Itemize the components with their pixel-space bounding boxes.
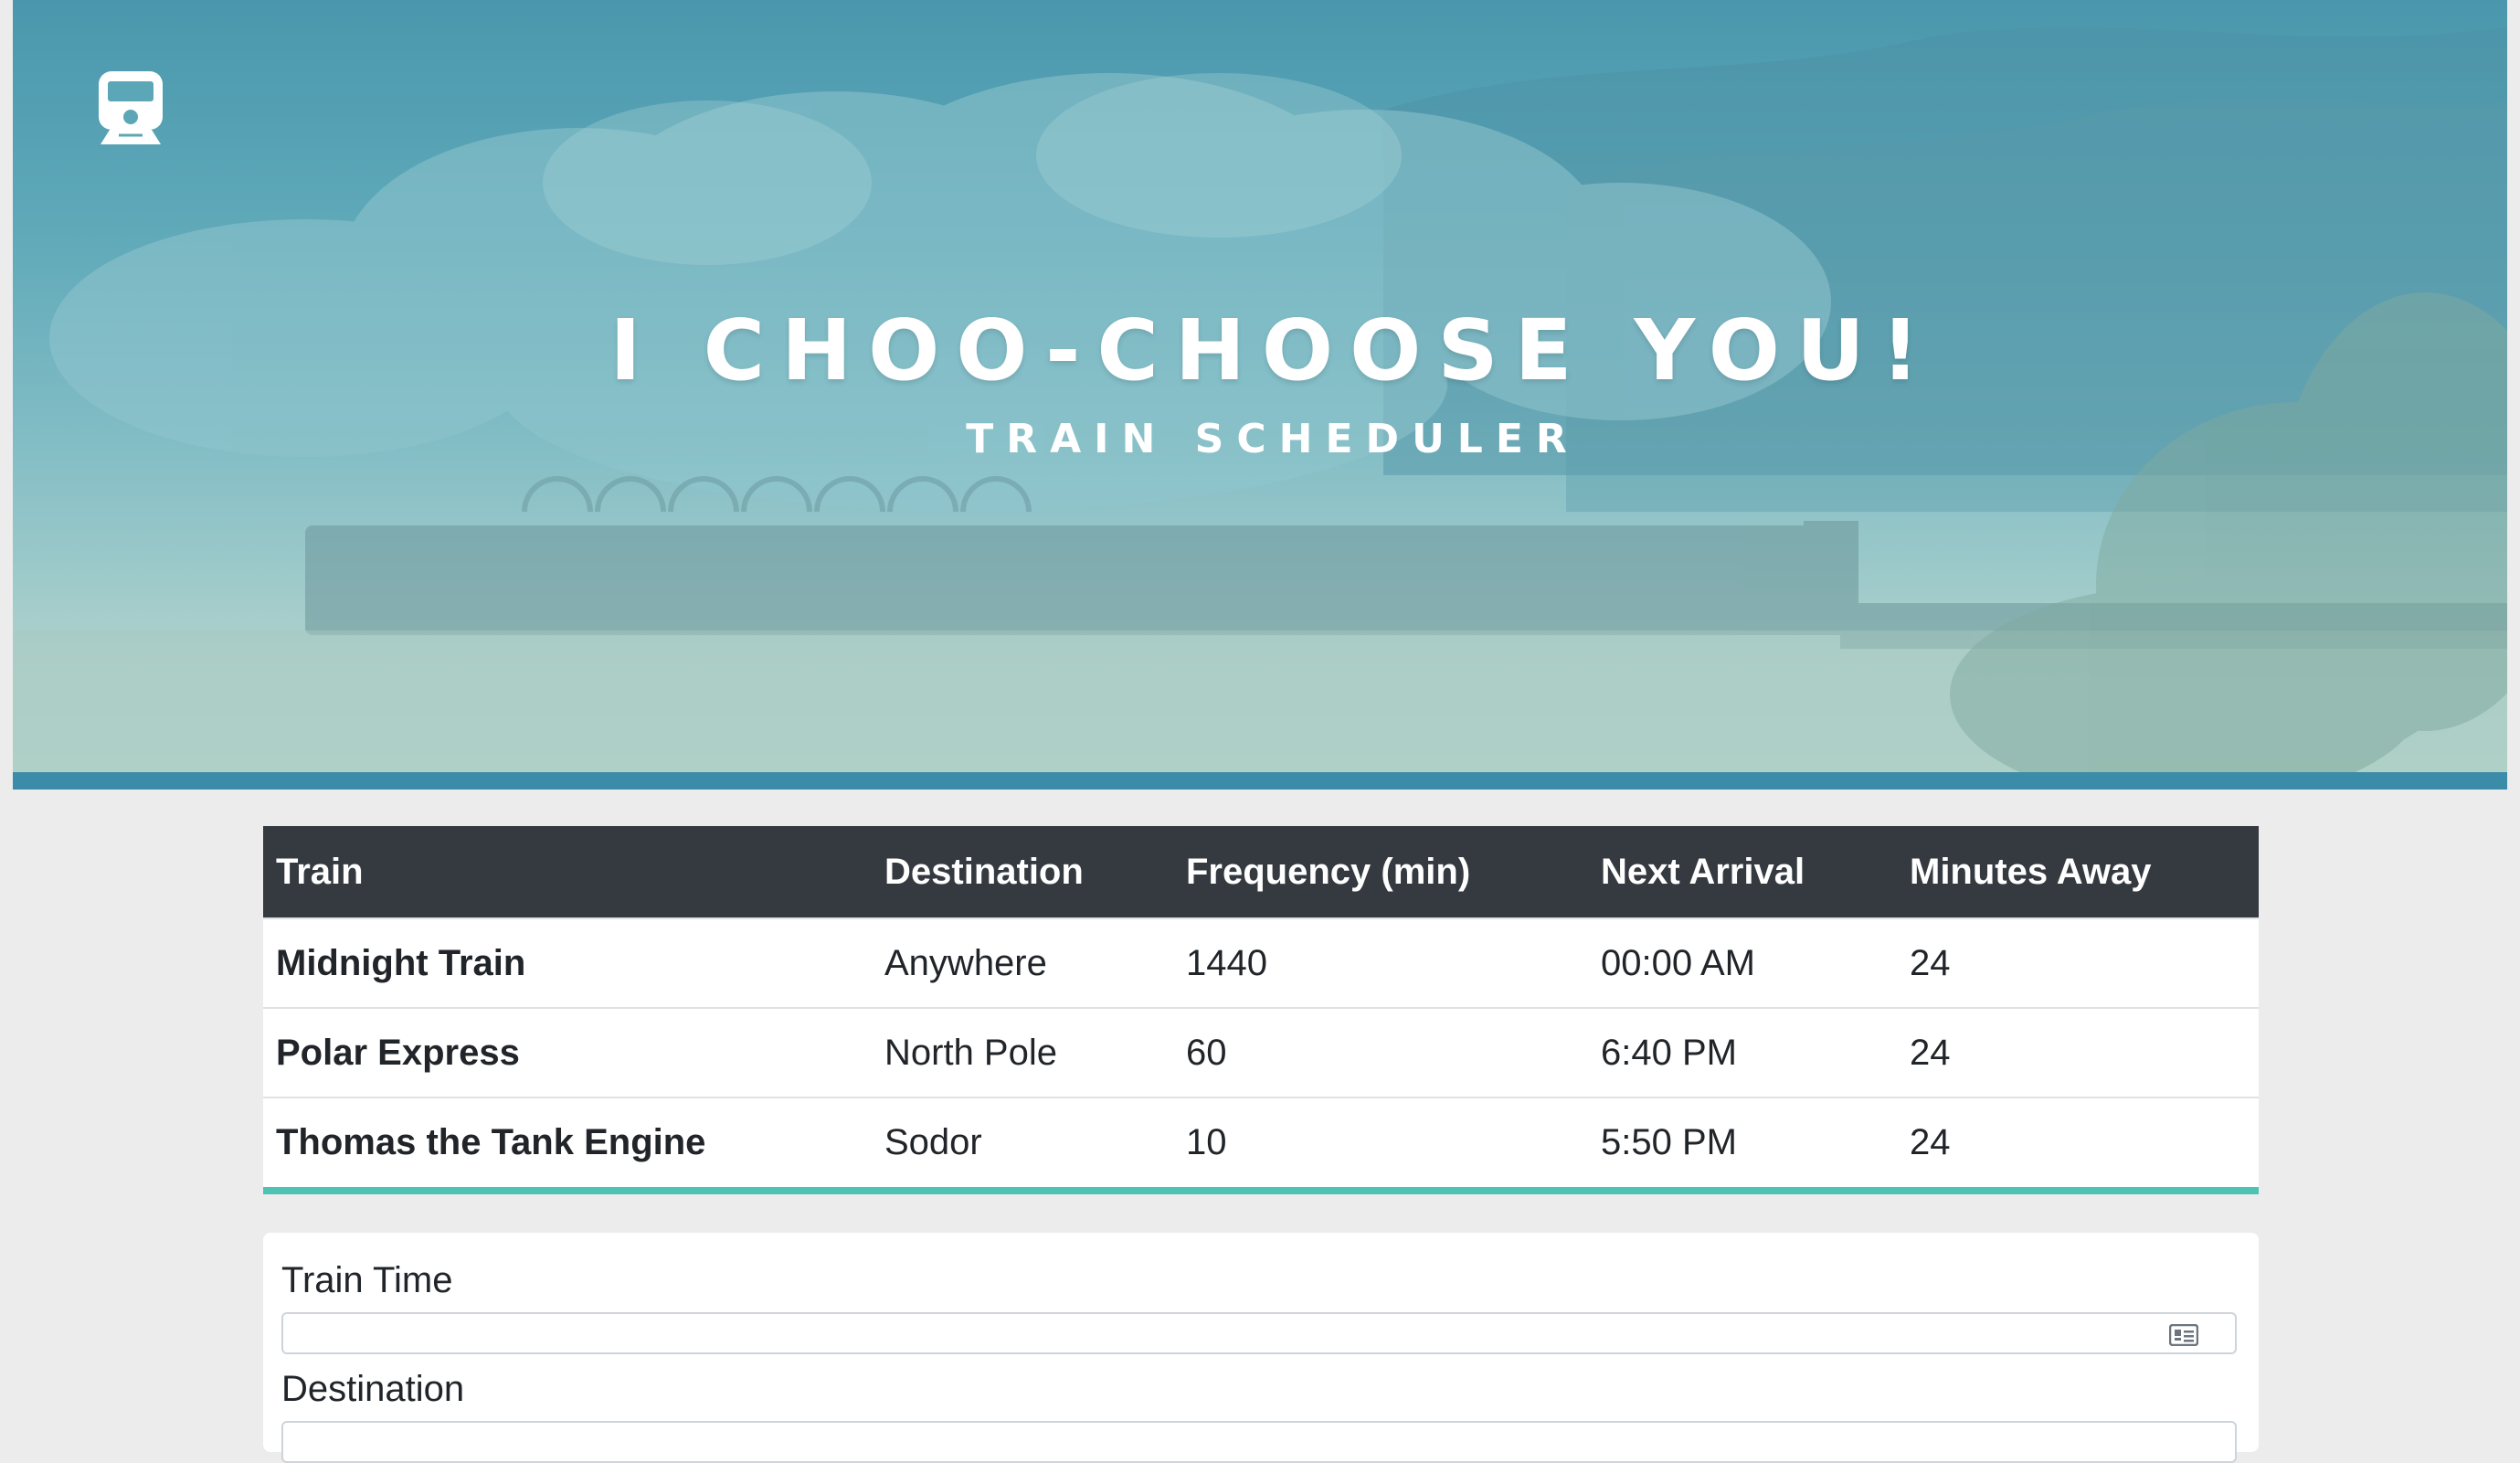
frequency-cell: 1440: [1186, 942, 1267, 983]
next-arrival-cell: 6:40 PM: [1601, 1032, 1737, 1073]
column-header-minutes-away: Minutes Away: [1910, 851, 2152, 892]
column-header-next-arrival: Next Arrival: [1601, 851, 1805, 892]
train-icon[interactable]: [97, 69, 164, 146]
page-title: I CHOO-CHOOSE YOU!: [609, 302, 1936, 399]
add-train-form: Train Time Destination: [263, 1233, 2259, 1463]
schedule-table: Train Destination Frequency (min) Next A…: [263, 826, 2259, 1194]
table-row: Polar Express North Pole 60 6:40 PM 24: [263, 1008, 2259, 1097]
column-header-destination: Destination: [884, 851, 1084, 892]
train-name-cell: Thomas the Tank Engine: [276, 1122, 706, 1162]
column-header-frequency: Frequency (min): [1186, 851, 1471, 892]
destination-field[interactable]: [294, 1424, 2217, 1462]
train-time-label: Train Time: [281, 1260, 453, 1300]
page-subtitle: TRAIN SCHEDULER: [966, 416, 1580, 462]
destination-label: Destination: [281, 1369, 465, 1409]
contact-card-icon[interactable]: [2169, 1324, 2198, 1346]
hero-banner: I CHOO-CHOOSE YOU! TRAIN SCHEDULER: [13, 0, 2507, 772]
table-row: Midnight Train Anywhere 1440 00:00 AM 24: [263, 918, 2259, 1008]
minutes-away-cell: 24: [1910, 1032, 1951, 1073]
next-arrival-cell: 5:50 PM: [1601, 1122, 1737, 1162]
destination-cell: North Pole: [884, 1032, 1057, 1073]
destination-cell: Sodor: [884, 1122, 982, 1162]
train-name-cell: Midnight Train: [276, 942, 526, 983]
destination-input[interactable]: [281, 1421, 2237, 1463]
next-arrival-cell: 00:00 AM: [1601, 942, 1756, 983]
train-name-cell: Polar Express: [276, 1032, 520, 1073]
train-time-field[interactable]: [294, 1315, 2180, 1353]
page: I CHOO-CHOOSE YOU! TRAIN SCHEDULER Train…: [0, 0, 2520, 1463]
frequency-cell: 60: [1186, 1032, 1227, 1073]
train-time-input[interactable]: [281, 1312, 2237, 1354]
hero-divider: [13, 772, 2507, 790]
minutes-away-cell: 24: [1910, 1122, 1951, 1162]
table-row: Thomas the Tank Engine Sodor 10 5:50 PM …: [263, 1097, 2259, 1187]
minutes-away-cell: 24: [1910, 942, 1951, 983]
column-header-train: Train: [276, 851, 364, 892]
destination-cell: Anywhere: [884, 942, 1047, 983]
frequency-cell: 10: [1186, 1122, 1227, 1162]
table-header-row: Train Destination Frequency (min) Next A…: [263, 826, 2259, 918]
